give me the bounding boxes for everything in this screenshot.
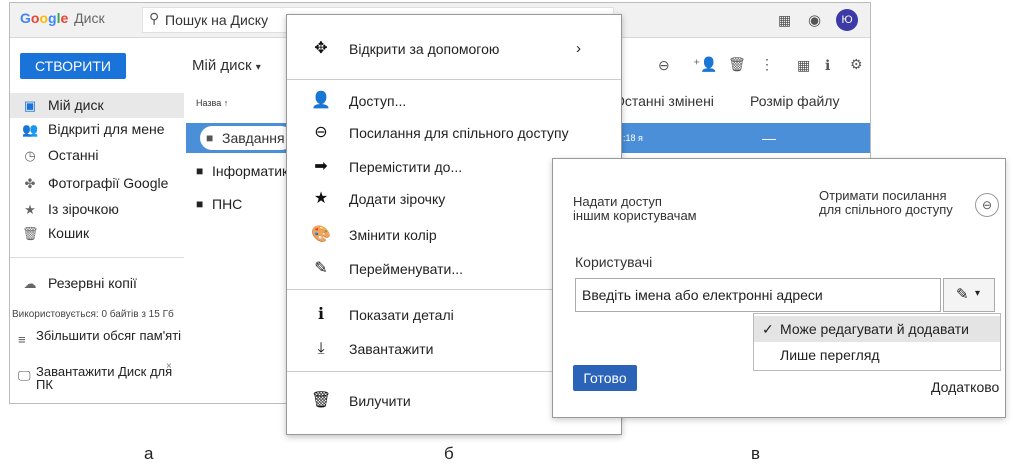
users-input[interactable]: Введіть імена або електронні адреси xyxy=(575,278,941,312)
avatar[interactable]: Ю xyxy=(836,9,858,31)
menu-divider xyxy=(287,79,621,80)
photos-icon: ✤ xyxy=(24,176,36,191)
folder-icon: ■ xyxy=(196,197,204,211)
cloud-icon: ☁ xyxy=(23,276,37,291)
shared-icon: 👥 xyxy=(22,122,39,137)
check-icon: ✓ xyxy=(762,321,774,337)
permission-option-edit[interactable]: ✓ Може редагувати й додавати xyxy=(754,316,1000,342)
open-with-icon: ✥ xyxy=(314,40,328,57)
panel-label-b: б xyxy=(444,444,454,463)
column-name[interactable]: Назва ↑ xyxy=(196,98,228,108)
apps-grid-icon[interactable]: ▦ xyxy=(778,12,791,29)
add-person-icon[interactable]: ⁺👤 xyxy=(693,56,718,73)
more-vert-icon[interactable]: ⋮ xyxy=(760,56,774,73)
get-link-title[interactable]: Отримати посилання для спільного доступу xyxy=(819,189,953,217)
close-icon[interactable]: × xyxy=(166,361,172,372)
menu-item-share[interactable]: 👤 Доступ... xyxy=(287,85,621,117)
link-icon[interactable]: ⊖ xyxy=(658,57,670,74)
settings-gear-icon[interactable]: ⚙ xyxy=(850,56,863,73)
rename-icon: ✎ xyxy=(314,260,328,277)
sidebar-item-starred[interactable]: ★ Із зірочкою xyxy=(10,197,184,222)
monitor-icon: 🖵 xyxy=(18,368,31,383)
star-icon: ★ xyxy=(24,202,36,217)
permission-dropdown-button[interactable]: ✎ ▾ xyxy=(943,278,995,312)
column-size[interactable]: Розмір файлу xyxy=(750,93,839,109)
upgrade-storage-link[interactable]: ≡ Збільшити обсяг пам'яті xyxy=(18,329,188,359)
menu-item-get-link[interactable]: ⊖ Посилання для спільного доступу xyxy=(287,117,621,149)
google-drive-logo[interactable]: Google Диск xyxy=(20,10,105,26)
sidebar-item-recent[interactable]: ◷ Останні xyxy=(10,143,184,168)
panel-label-c: в xyxy=(751,444,761,463)
share-title: Надати доступ іншим користувачам xyxy=(573,194,697,223)
delete-icon: 🗑 xyxy=(311,392,332,409)
create-button[interactable]: СТВОРИТИ xyxy=(20,53,126,79)
storage-usage-text: Використовується: 0 байтів з 15 Гб xyxy=(12,309,174,320)
sidebar-item-photos[interactable]: ✤ Фотографії Google xyxy=(10,171,184,196)
column-modified[interactable]: Останні змінені xyxy=(614,93,714,109)
download-drive-link[interactable]: 🖵 Завантажити Диск для ПК xyxy=(18,365,188,395)
download-icon: ⤓ xyxy=(317,340,325,357)
link-icon: ⊖ xyxy=(314,124,328,141)
chevron-right-icon: › xyxy=(576,40,581,57)
share-dialog: Надати доступ іншим користувачам Отримат… xyxy=(552,158,1006,418)
move-icon: ➡ xyxy=(314,158,328,175)
trash-icon: 🗑 xyxy=(22,226,39,241)
done-button[interactable]: Готово xyxy=(573,365,637,391)
info-icon: ℹ xyxy=(317,306,325,323)
sidebar-divider xyxy=(10,257,184,258)
storage-icon: ≡ xyxy=(18,332,26,347)
page-title[interactable]: Мій диск ▾ xyxy=(192,57,261,74)
palette-icon: 🎨 xyxy=(311,226,331,243)
folder-icon: ■ xyxy=(196,164,204,178)
pencil-icon: ✎ xyxy=(956,286,969,303)
folder-icon: ■ xyxy=(206,131,214,145)
info-icon[interactable]: ℹ xyxy=(825,57,830,74)
menu-item-open-with[interactable]: ✥ Відкрити за допомогою › xyxy=(287,33,621,65)
advanced-link[interactable]: Додатково xyxy=(931,379,999,395)
chevron-down-icon: ▾ xyxy=(975,288,981,299)
star-icon: ★ xyxy=(313,190,329,207)
notifications-icon[interactable]: ◉ xyxy=(808,11,821,29)
chevron-down-icon: ▾ xyxy=(255,62,261,73)
link-icon[interactable]: ⊖ xyxy=(975,193,999,217)
permission-menu: ✓ Може редагувати й додавати Лише перегл… xyxy=(753,313,1001,371)
delete-icon[interactable]: 🗑 xyxy=(728,56,746,73)
permission-option-view[interactable]: Лише перегляд xyxy=(754,342,1000,368)
sidebar-item-my-drive[interactable]: ▣ Мій диск xyxy=(10,93,184,118)
panel-label-a: а xyxy=(144,444,154,463)
search-icon: ⚲ xyxy=(149,10,160,26)
sidebar-item-trash[interactable]: 🗑 Кошик xyxy=(10,221,184,246)
add-person-icon: 👤 xyxy=(311,92,331,109)
users-label: Користувачі xyxy=(575,254,653,270)
clock-icon: ◷ xyxy=(24,148,36,163)
grid-view-icon[interactable]: ▦ xyxy=(797,57,810,74)
sidebar-item-shared[interactable]: 👥 Відкриті для мене xyxy=(10,117,184,142)
drive-icon: ▣ xyxy=(23,98,37,113)
sidebar-item-backups[interactable]: ☁ Резервні копії xyxy=(10,271,184,296)
